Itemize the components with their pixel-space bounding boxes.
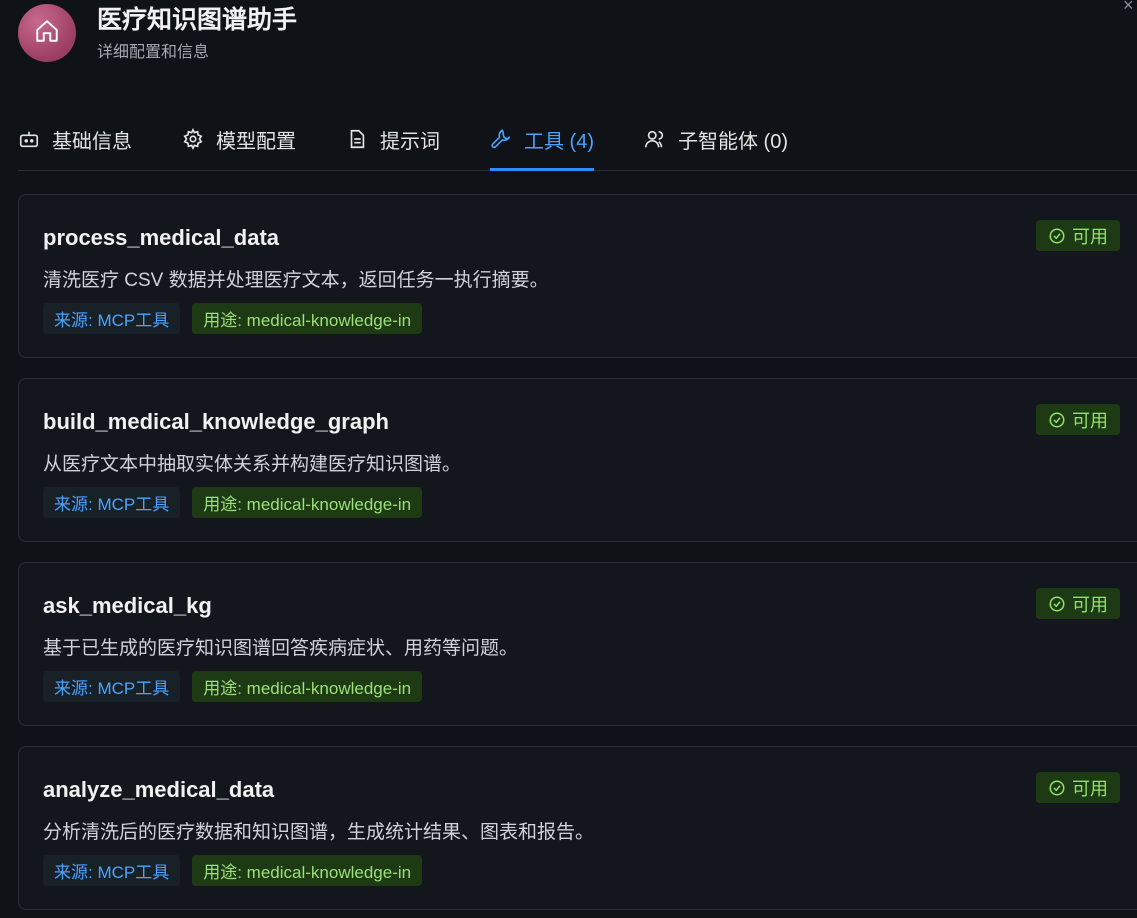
usage-tag: 用途: medical-knowledge-in [192,487,423,518]
tool-name: process_medical_data [43,225,280,250]
tab-label: 模型配置 [216,130,296,153]
gear-icon [182,128,204,150]
check-circle-icon [1048,227,1066,245]
tool-card[interactable]: analyze_medical_data 分析清洗后的医疗数据和知识图谱，生成统… [18,746,1137,910]
source-tag: 来源: MCP工具 [43,671,181,702]
tab-prompt[interactable]: 提示词 [346,108,440,170]
check-circle-icon [1048,411,1066,429]
home-icon [34,18,60,49]
tool-card[interactable]: process_medical_data 清洗医疗 CSV 数据并处理医疗文本，… [18,194,1137,358]
page-title: 医疗知识图谱助手 [97,6,298,34]
usage-tag: 用途: medical-knowledge-in [192,303,423,334]
source-tag: 来源: MCP工具 [43,487,181,518]
tab-label: 提示词 [380,130,440,153]
tab-model-config[interactable]: 模型配置 [182,108,296,170]
tab-label: 基础信息 [52,130,132,153]
tool-name: ask_medical_kg [43,593,212,618]
tool-card[interactable]: ask_medical_kg 基于已生成的医疗知识图谱回答疾病症状、用药等问题。… [18,562,1137,726]
usage-tag: 用途: medical-knowledge-in [192,671,423,702]
document-icon [346,128,368,150]
status-badge: 可用 [1036,404,1120,435]
page-subtitle: 详细配置和信息 [97,44,210,61]
tool-name: build_medical_knowledge_graph [43,409,389,434]
tab-label: 子智能体 (0) [678,130,788,153]
tool-name: analyze_medical_data [43,777,275,802]
status-badge: 可用 [1036,772,1120,803]
tab-basic-info[interactable]: 基础信息 [18,108,132,170]
status-label: 可用 [1072,594,1108,615]
status-label: 可用 [1072,410,1108,431]
tab-tools[interactable]: 工具 (4) [490,108,594,171]
tool-card[interactable]: build_medical_knowledge_graph 从医疗文本中抽取实体… [18,378,1137,542]
source-tag: 来源: MCP工具 [43,303,181,334]
status-badge: 可用 [1036,220,1120,251]
tool-description: 从医疗文本中抽取实体关系并构建医疗知识图谱。 [43,454,462,475]
tool-description: 清洗医疗 CSV 数据并处理医疗文本，返回任务一执行摘要。 [43,270,549,291]
avatar [18,4,76,62]
tab-label: 工具 (4) [524,130,594,153]
tool-description: 分析清洗后的医疗数据和知识图谱，生成统计结果、图表和报告。 [43,822,595,843]
close-icon[interactable]: × [1123,0,1137,14]
source-tag: 来源: MCP工具 [43,855,181,886]
tab-sub-agents[interactable]: 子智能体 (0) [644,108,788,170]
tab-bar: 基础信息 模型配置 提示词 工具 (4) 子智能体 (0) [18,108,1137,171]
check-circle-icon [1048,779,1066,797]
users-icon [644,128,666,150]
status-label: 可用 [1072,778,1108,799]
tool-description: 基于已生成的医疗知识图谱回答疾病症状、用药等问题。 [43,638,519,659]
status-badge: 可用 [1036,588,1120,619]
status-label: 可用 [1072,226,1108,247]
header: 医疗知识图谱助手 详细配置和信息 [18,4,297,62]
bot-icon [18,128,40,150]
usage-tag: 用途: medical-knowledge-in [192,855,423,886]
check-circle-icon [1048,595,1066,613]
wrench-icon [490,128,512,150]
